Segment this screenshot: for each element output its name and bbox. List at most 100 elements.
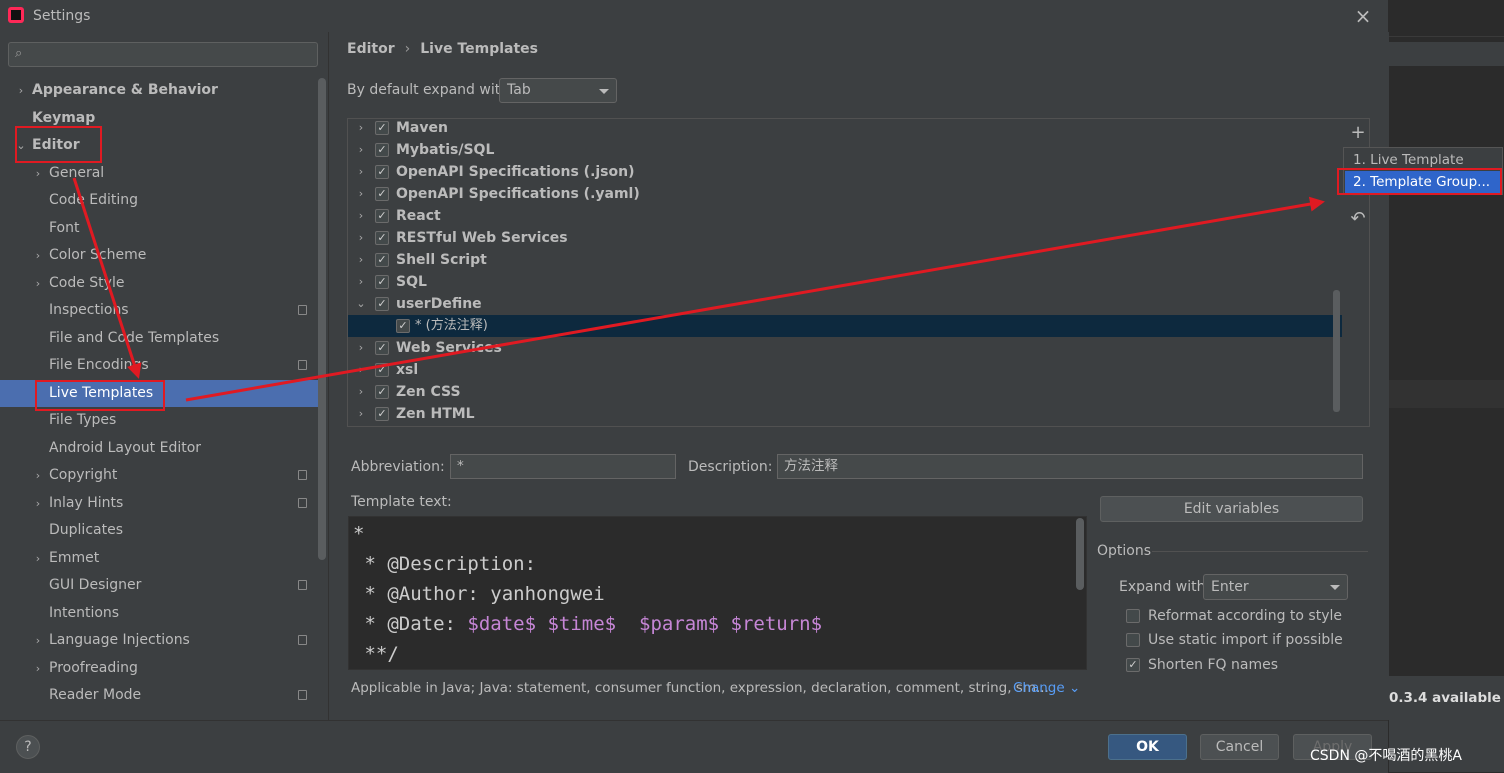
sidebar-item-duplicates[interactable]: Duplicates (0, 517, 318, 544)
chevron-down-icon[interactable]: ⌄ (356, 293, 366, 315)
template-group-row[interactable]: › ✓ React (348, 205, 1342, 227)
template-group-row[interactable]: › ✓ OpenAPI Specifications (.yaml) (348, 183, 1342, 205)
template-group-row[interactable]: › ✓ Mybatis/SQL (348, 139, 1342, 161)
chevron-right-icon[interactable]: › (15, 77, 27, 104)
sidebar-item-label: Copyright (49, 467, 118, 483)
chevron-right-icon[interactable]: › (32, 242, 44, 269)
chevron-right-icon[interactable]: › (356, 227, 366, 249)
enable-checkbox[interactable]: ✓ (375, 143, 389, 157)
template-group-row[interactable]: › ✓ Maven (348, 117, 1342, 139)
sidebar-scrollbar[interactable] (318, 78, 326, 560)
sidebar-item-file-encodings[interactable]: File Encodings (0, 352, 318, 379)
chevron-right-icon[interactable]: › (356, 337, 366, 359)
chevron-right-icon[interactable]: › (356, 271, 366, 293)
chevron-right-icon[interactable]: › (356, 249, 366, 271)
sidebar-item-proofreading[interactable]: › Proofreading (0, 655, 318, 682)
description-field[interactable]: 方法注释 (777, 454, 1363, 479)
sidebar-item-intentions[interactable]: Intentions (0, 600, 318, 627)
template-group-row[interactable]: › ✓ RESTful Web Services (348, 227, 1342, 249)
chevron-right-icon[interactable]: › (32, 490, 44, 517)
enable-checkbox[interactable]: ✓ (375, 341, 389, 355)
annotation-box-template-group (1337, 168, 1502, 195)
change-context-link[interactable]: Change ⌄ (1013, 680, 1080, 696)
enable-checkbox[interactable]: ✓ (375, 165, 389, 179)
template-group-row[interactable]: › ✓ OpenAPI Specifications (.json) (348, 161, 1342, 183)
chevron-right-icon[interactable]: › (32, 655, 44, 682)
chevron-right-icon[interactable]: › (32, 462, 44, 489)
chevron-right-icon[interactable]: › (356, 161, 366, 183)
sidebar-item-android-layout-editor[interactable]: Android Layout Editor (0, 435, 318, 462)
search-icon: ⌕ (15, 46, 23, 61)
enable-checkbox[interactable]: ✓ (375, 187, 389, 201)
sidebar-item-code-editing[interactable]: Code Editing (0, 187, 318, 214)
template-group-row[interactable]: › ✓ Web Services (348, 337, 1342, 359)
chevron-right-icon[interactable]: › (32, 160, 44, 187)
chevron-right-icon[interactable]: › (356, 381, 366, 403)
chevron-right-icon[interactable]: › (356, 139, 366, 161)
sidebar-item-reader-mode[interactable]: Reader Mode (0, 682, 318, 709)
ok-button[interactable]: OK (1108, 734, 1187, 760)
sidebar-item-label: Proofreading (49, 659, 138, 676)
chevron-right-icon[interactable]: › (356, 359, 366, 381)
intellij-logo-icon (8, 7, 24, 23)
option-checkbox[interactable] (1126, 609, 1140, 623)
breadcrumb-parent[interactable]: Editor (347, 41, 395, 57)
chevron-right-icon[interactable]: › (356, 205, 366, 227)
abbreviation-field[interactable]: * (450, 454, 676, 479)
enable-checkbox[interactable]: ✓ (375, 363, 389, 377)
option-checkbox[interactable]: ✓ (1126, 658, 1140, 672)
template-text-editor[interactable]: * * @Description: * @Author: yanhongwei … (348, 516, 1087, 670)
enable-checkbox[interactable]: ✓ (396, 319, 410, 333)
option-checkbox[interactable] (1126, 633, 1140, 647)
template-group-row[interactable]: › ✓ Zen HTML (348, 403, 1342, 425)
sidebar-item-inlay-hints[interactable]: › Inlay Hints (0, 490, 318, 517)
sidebar-item-font[interactable]: Font (0, 215, 318, 242)
expand-with-dropdown[interactable]: Tab (499, 78, 617, 103)
sidebar-item-label: GUI Designer (49, 577, 142, 593)
enable-checkbox[interactable]: ✓ (375, 209, 389, 223)
sidebar-item-inspections[interactable]: Inspections (0, 297, 318, 324)
enable-checkbox[interactable]: ✓ (375, 253, 389, 267)
template-group-row[interactable]: ⌄ ✓ userDefine (348, 293, 1342, 315)
project-scope-icon (298, 580, 307, 590)
chevron-right-icon[interactable]: › (32, 270, 44, 297)
sidebar-item-file-types[interactable]: File Types (0, 407, 318, 434)
enable-checkbox[interactable]: ✓ (375, 297, 389, 311)
sidebar-item-label: Intentions (49, 604, 120, 621)
enable-checkbox[interactable]: ✓ (375, 407, 389, 421)
enable-checkbox[interactable]: ✓ (375, 275, 389, 289)
options-expand-with-dropdown[interactable]: Enter (1203, 574, 1348, 600)
editor-scrollbar[interactable] (1076, 518, 1084, 590)
settings-search-input[interactable]: ⌕ (8, 42, 318, 67)
chevron-right-icon[interactable]: › (32, 627, 44, 654)
sidebar-item-appearance-behavior[interactable]: › Appearance & Behavior (0, 77, 318, 104)
chevron-right-icon[interactable]: › (356, 183, 366, 205)
edit-variables-button[interactable]: Edit variables (1100, 496, 1363, 522)
sidebar-item-file-and-code-templates[interactable]: File and Code Templates (0, 325, 318, 352)
cancel-button[interactable]: Cancel (1200, 734, 1279, 760)
sidebar-item-color-scheme[interactable]: › Color Scheme (0, 242, 318, 269)
sidebar-item-emmet[interactable]: › Emmet (0, 545, 318, 572)
sidebar-item-gui-designer[interactable]: GUI Designer (0, 572, 318, 599)
template-group-row[interactable]: › ✓ xsl (348, 359, 1342, 381)
template-group-list: › ✓ Maven › ✓ Mybatis/SQL › ✓ OpenAPI Specificat… (347, 118, 1370, 427)
enable-checkbox[interactable]: ✓ (375, 121, 389, 135)
sidebar-item-code-style[interactable]: › Code Style (0, 270, 318, 297)
undo-icon[interactable]: ↶ (1347, 208, 1369, 230)
template-group-row[interactable]: › ✓ SQL (348, 271, 1342, 293)
template-item[interactable]: ✓ * (方法注释) (348, 315, 1342, 337)
enable-checkbox[interactable]: ✓ (375, 385, 389, 399)
chevron-right-icon[interactable]: › (356, 403, 366, 425)
sidebar-item-language-injections[interactable]: › Language Injections (0, 627, 318, 654)
chevron-right-icon[interactable]: › (32, 545, 44, 572)
help-button[interactable]: ? (16, 735, 40, 759)
sidebar-item-general[interactable]: › General (0, 160, 318, 187)
chevron-right-icon[interactable]: › (356, 117, 366, 139)
template-group-row[interactable]: › ✓ Zen CSS (348, 381, 1342, 403)
sidebar-item-copyright[interactable]: › Copyright (0, 462, 318, 489)
template-list-scrollbar[interactable] (1333, 290, 1340, 412)
add-icon[interactable]: + (1347, 122, 1369, 144)
close-button[interactable]: × (1352, 5, 1374, 27)
enable-checkbox[interactable]: ✓ (375, 231, 389, 245)
template-group-row[interactable]: › ✓ Shell Script (348, 249, 1342, 271)
